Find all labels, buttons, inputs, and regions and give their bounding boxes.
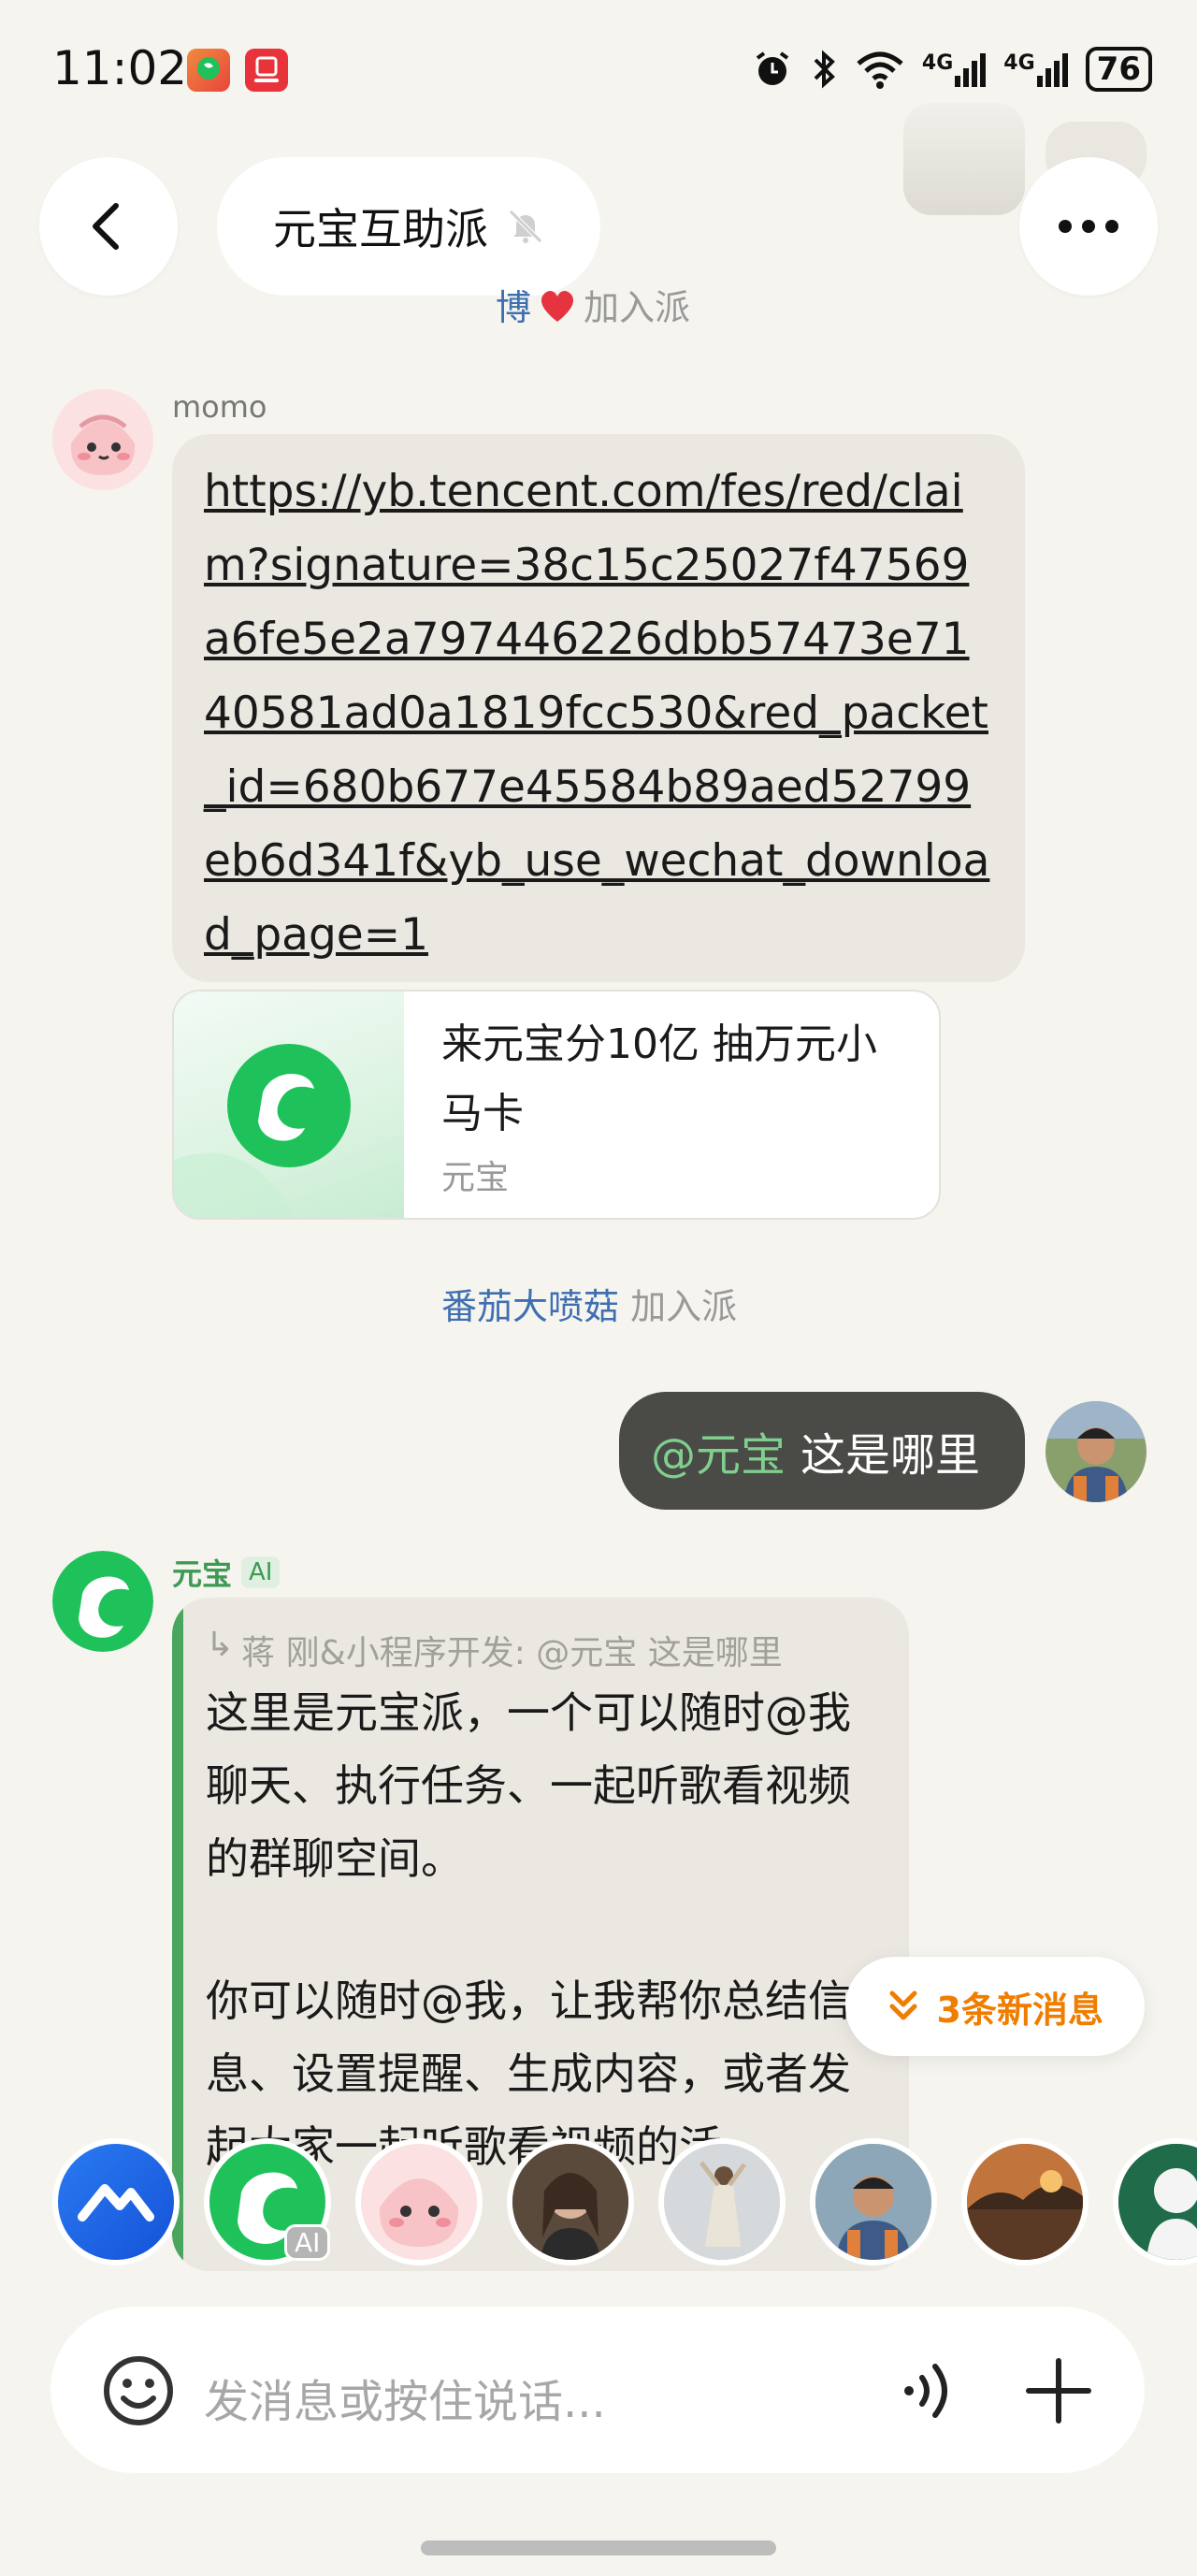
ai-sender-row: 元宝 AI bbox=[172, 1551, 281, 1594]
signal-2: 4G bbox=[1003, 51, 1068, 87]
member-avatar[interactable] bbox=[1113, 2138, 1197, 2265]
reply-arrow-icon: ↳ bbox=[206, 1626, 235, 1664]
member-avatar-app[interactable] bbox=[52, 2138, 180, 2265]
more-button[interactable] bbox=[1019, 157, 1158, 296]
app-gallery-icon bbox=[245, 49, 288, 92]
quote-text: 蒋 刚&小程序开发: @元宝 这是哪里 bbox=[241, 1634, 783, 1672]
my-message-text: 这是哪里 bbox=[800, 1429, 981, 1482]
heart-icon bbox=[541, 290, 574, 322]
quote-line: ↳ 蒋 刚&小程序开发: @元宝 这是哪里 bbox=[206, 1626, 783, 1674]
card-source: 元宝 bbox=[441, 1159, 510, 1197]
member-avatar[interactable] bbox=[507, 2138, 634, 2265]
group-name: 元宝互助派 bbox=[273, 204, 488, 254]
plus-button[interactable] bbox=[1023, 2355, 1094, 2426]
network-label-2: 4G bbox=[1003, 51, 1035, 75]
emoji-button[interactable] bbox=[101, 2353, 176, 2428]
join-user-name[interactable]: 博 bbox=[496, 279, 531, 330]
ai-paragraph-1: 这里是元宝派，一个可以随时@我聊天、执行任务、一起听歌看视频的群聊空间。 bbox=[206, 1687, 851, 1884]
sender-name-momo: momo bbox=[172, 389, 267, 425]
new-messages-button[interactable]: 3条新消息 bbox=[844, 1957, 1145, 2056]
member-avatar[interactable] bbox=[810, 2138, 937, 2265]
card-thumbnail bbox=[174, 991, 404, 1218]
member-ai-badge: AI bbox=[284, 2224, 331, 2261]
join-action: 加入派 bbox=[630, 1286, 738, 1327]
more-horizontal-icon bbox=[1059, 220, 1118, 233]
avatar-momo[interactable] bbox=[52, 389, 153, 490]
join-notice-top: 博 加入派 bbox=[496, 279, 690, 330]
mention-tag[interactable]: @元宝 bbox=[651, 1418, 786, 1483]
battery-indicator: 76 bbox=[1085, 47, 1152, 92]
avatar-me[interactable] bbox=[1046, 1401, 1147, 1502]
join-action: 加入派 bbox=[584, 287, 691, 328]
voice-button[interactable] bbox=[898, 2353, 958, 2428]
signal-bars-icon bbox=[1036, 53, 1068, 87]
bluetooth-icon bbox=[814, 50, 835, 89]
member-avatar[interactable] bbox=[961, 2138, 1089, 2265]
wifi-icon bbox=[857, 51, 903, 89]
chevrons-down-icon bbox=[889, 1990, 917, 2020]
chevron-left-icon bbox=[93, 203, 119, 250]
member-avatar[interactable] bbox=[658, 2138, 786, 2265]
yuanbao-app-icon bbox=[187, 49, 230, 92]
network-label-1: 4G bbox=[921, 51, 954, 75]
link-preview-card[interactable]: 来元宝分10亿 抽万元小马卡 元宝 bbox=[172, 990, 941, 1220]
my-message-bubble[interactable]: @元宝 这是哪里 bbox=[619, 1392, 1025, 1510]
new-messages-label: 3条新消息 bbox=[936, 1989, 1103, 2031]
status-time: 11:02 bbox=[52, 41, 188, 95]
ai-sender-name: 元宝 bbox=[172, 1556, 233, 1592]
group-title-pill[interactable]: 元宝互助派 bbox=[217, 157, 600, 296]
ai-badge: AI bbox=[241, 1556, 281, 1588]
yuanbao-logo-icon bbox=[174, 1044, 351, 1218]
alarm-icon bbox=[756, 51, 789, 85]
smile-icon bbox=[104, 2356, 173, 2425]
voice-wave-icon bbox=[904, 2364, 947, 2418]
quote-bar bbox=[172, 1598, 183, 2271]
card-title: 来元宝分10亿 抽万元小马卡 bbox=[441, 1020, 877, 1137]
bell-off-icon bbox=[509, 210, 542, 243]
message-link[interactable]: https://yb.tencent.com/fes/red/claim?sig… bbox=[204, 455, 995, 972]
message-input[interactable]: 发消息或按住说话... bbox=[204, 2365, 606, 2430]
signal-bars-icon bbox=[955, 53, 987, 87]
join-user-name[interactable]: 番茄大喷菇 bbox=[441, 1286, 619, 1327]
member-avatar-momo[interactable] bbox=[355, 2138, 483, 2265]
avatar-yuanbao[interactable] bbox=[52, 1551, 153, 1652]
status-icons: 4G 4G 76 bbox=[752, 47, 1152, 92]
signal-1: 4G bbox=[922, 51, 987, 87]
join-notice: 番茄大喷菇 加入派 bbox=[441, 1278, 737, 1329]
floating-avatar bbox=[903, 103, 1025, 215]
link-message-bubble[interactable]: https://yb.tencent.com/fes/red/claim?sig… bbox=[172, 434, 1025, 982]
back-button[interactable] bbox=[39, 157, 178, 296]
plus-icon bbox=[1026, 2358, 1091, 2424]
home-indicator[interactable] bbox=[421, 2540, 776, 2555]
